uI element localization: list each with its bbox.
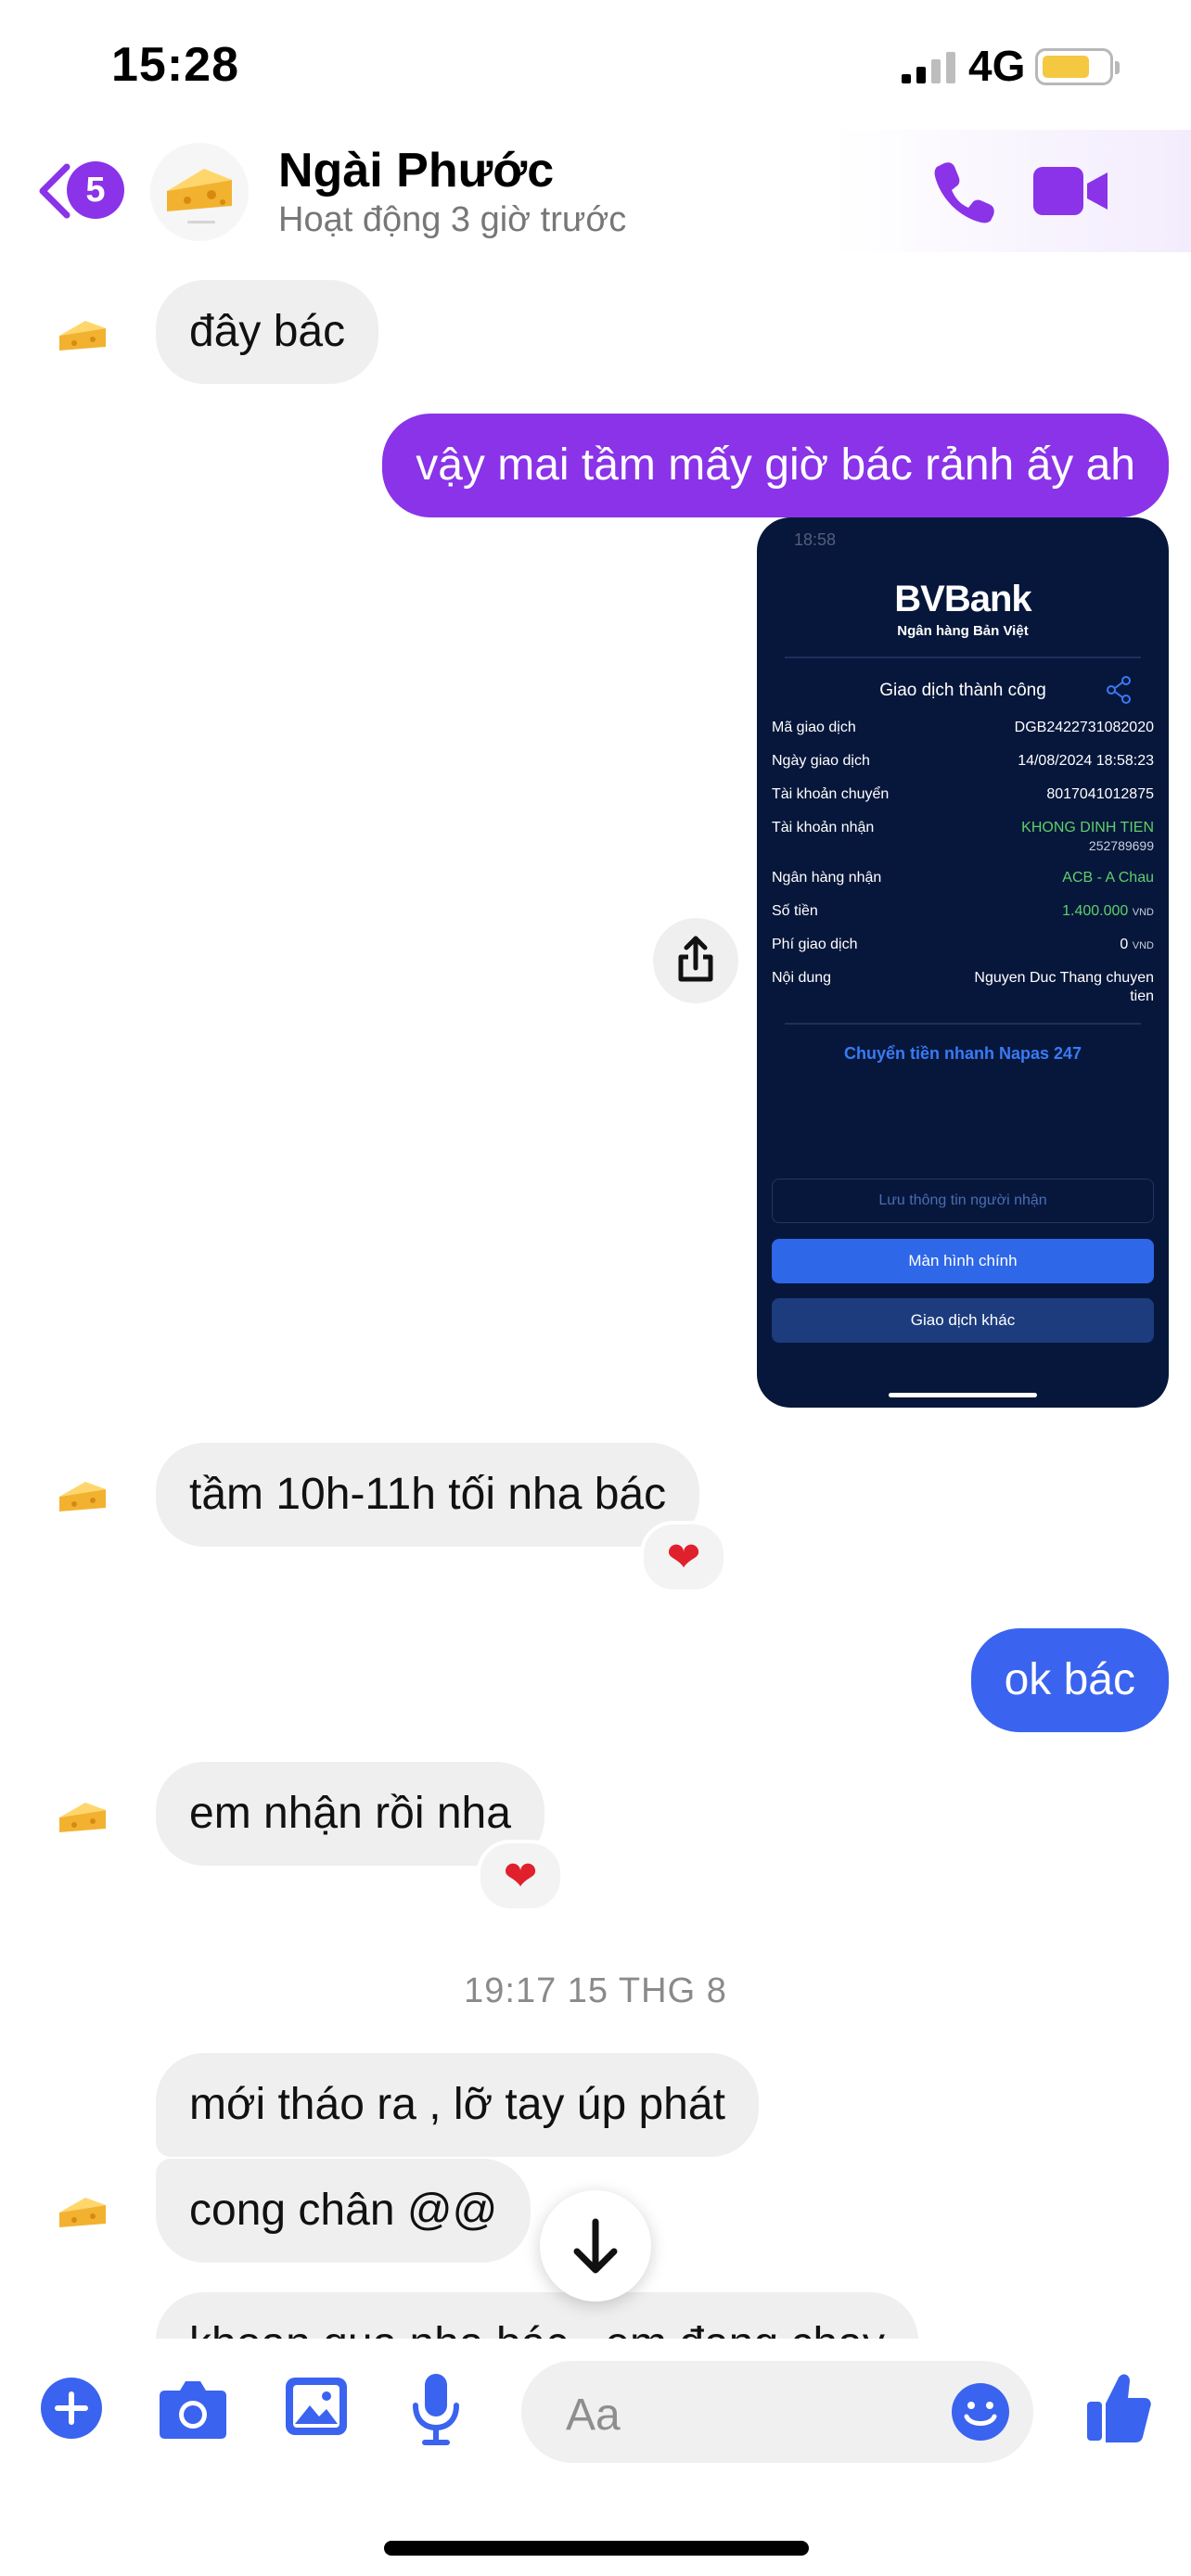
- sender-avatar-icon[interactable]: [54, 2185, 113, 2244]
- message-input-placeholder: Aa: [566, 2391, 621, 2440]
- other-transaction-button: Giao dịch khác: [772, 1298, 1154, 1343]
- share-nodes-icon: [1107, 676, 1131, 704]
- message-input[interactable]: Aa: [521, 2361, 1033, 2463]
- napas-label: Chuyển tiền nhanh Napas 247: [843, 1044, 1082, 1063]
- home-indicator: [384, 2541, 809, 2556]
- image-icon[interactable]: [284, 2374, 349, 2439]
- contact-name[interactable]: Ngài Phước: [278, 143, 554, 198]
- network-label: 4G: [968, 42, 1026, 90]
- message-incoming[interactable]: khoan qua nha bác , em đang chay: [156, 2292, 918, 2339]
- signal-icon: [902, 52, 955, 83]
- cheese-icon: [167, 169, 232, 223]
- message-outgoing[interactable]: vậy mai tầm mấy giờ bác rảnh ấy ah: [382, 414, 1169, 517]
- plus-icon[interactable]: [39, 2376, 104, 2441]
- emoji-icon[interactable]: [950, 2381, 1011, 2442]
- save-recipient-button: Lưu thông tin người nhận: [772, 1179, 1154, 1223]
- microphone-icon[interactable]: [408, 2372, 464, 2446]
- arrow-down-icon: [573, 2218, 618, 2274]
- bank-logo: BVBank: [894, 579, 1031, 619]
- phone-icon[interactable]: [931, 158, 998, 224]
- home-screen-button: Màn hình chính: [772, 1239, 1154, 1283]
- sender-avatar-icon[interactable]: [54, 1469, 113, 1528]
- battery-icon: [1035, 48, 1120, 85]
- divider: [785, 1023, 1141, 1025]
- message-incoming[interactable]: tầm 10h-11h tối nha bác: [156, 1443, 700, 1547]
- bank-subtitle: Ngân hàng Bản Việt: [897, 623, 1029, 639]
- heart-reaction-icon[interactable]: ❤: [477, 1840, 564, 1912]
- camera-icon[interactable]: [158, 2376, 228, 2441]
- chat-header: 5 Ngài Phước Hoạt động 3 giờ trước: [0, 130, 1191, 252]
- contact-avatar[interactable]: [150, 143, 249, 241]
- share-icon[interactable]: [653, 918, 738, 1003]
- message-incoming[interactable]: mới tháo ra , lỡ tay úp phát: [156, 2053, 759, 2157]
- divider: [785, 657, 1141, 658]
- unread-badge[interactable]: 5: [67, 161, 124, 219]
- composer-bar: Aa: [0, 2339, 1191, 2576]
- status-bar: 15:28 4G: [0, 0, 1191, 130]
- thumbs-up-icon[interactable]: [1085, 2370, 1152, 2444]
- scroll-down-button[interactable]: [540, 2190, 651, 2302]
- receipt-status-time: 18:58: [794, 530, 837, 549]
- video-camera-icon[interactable]: [1033, 165, 1109, 217]
- message-timestamp: 19:17 15 THG 8: [464, 1971, 727, 2010]
- contact-status: Hoạt động 3 giờ trước: [278, 200, 627, 239]
- sender-avatar-icon[interactable]: [54, 308, 113, 367]
- message-incoming[interactable]: đây bác: [156, 280, 379, 384]
- message-outgoing[interactable]: ok bác: [970, 1628, 1169, 1732]
- message-incoming[interactable]: cong chân @@: [156, 2159, 531, 2263]
- heart-reaction-icon[interactable]: ❤: [640, 1521, 727, 1593]
- status-time: 15:28: [111, 38, 239, 92]
- home-indicator: [889, 1393, 1037, 1397]
- sender-avatar-icon[interactable]: [54, 1790, 113, 1849]
- chat-thread[interactable]: đây bác vậy mai tầm mấy giờ bác rảnh ấy …: [0, 252, 1191, 2339]
- receipt-image[interactable]: 18:58 BVBank Ngân hàng Bản Việt Giao dịc…: [757, 517, 1169, 1408]
